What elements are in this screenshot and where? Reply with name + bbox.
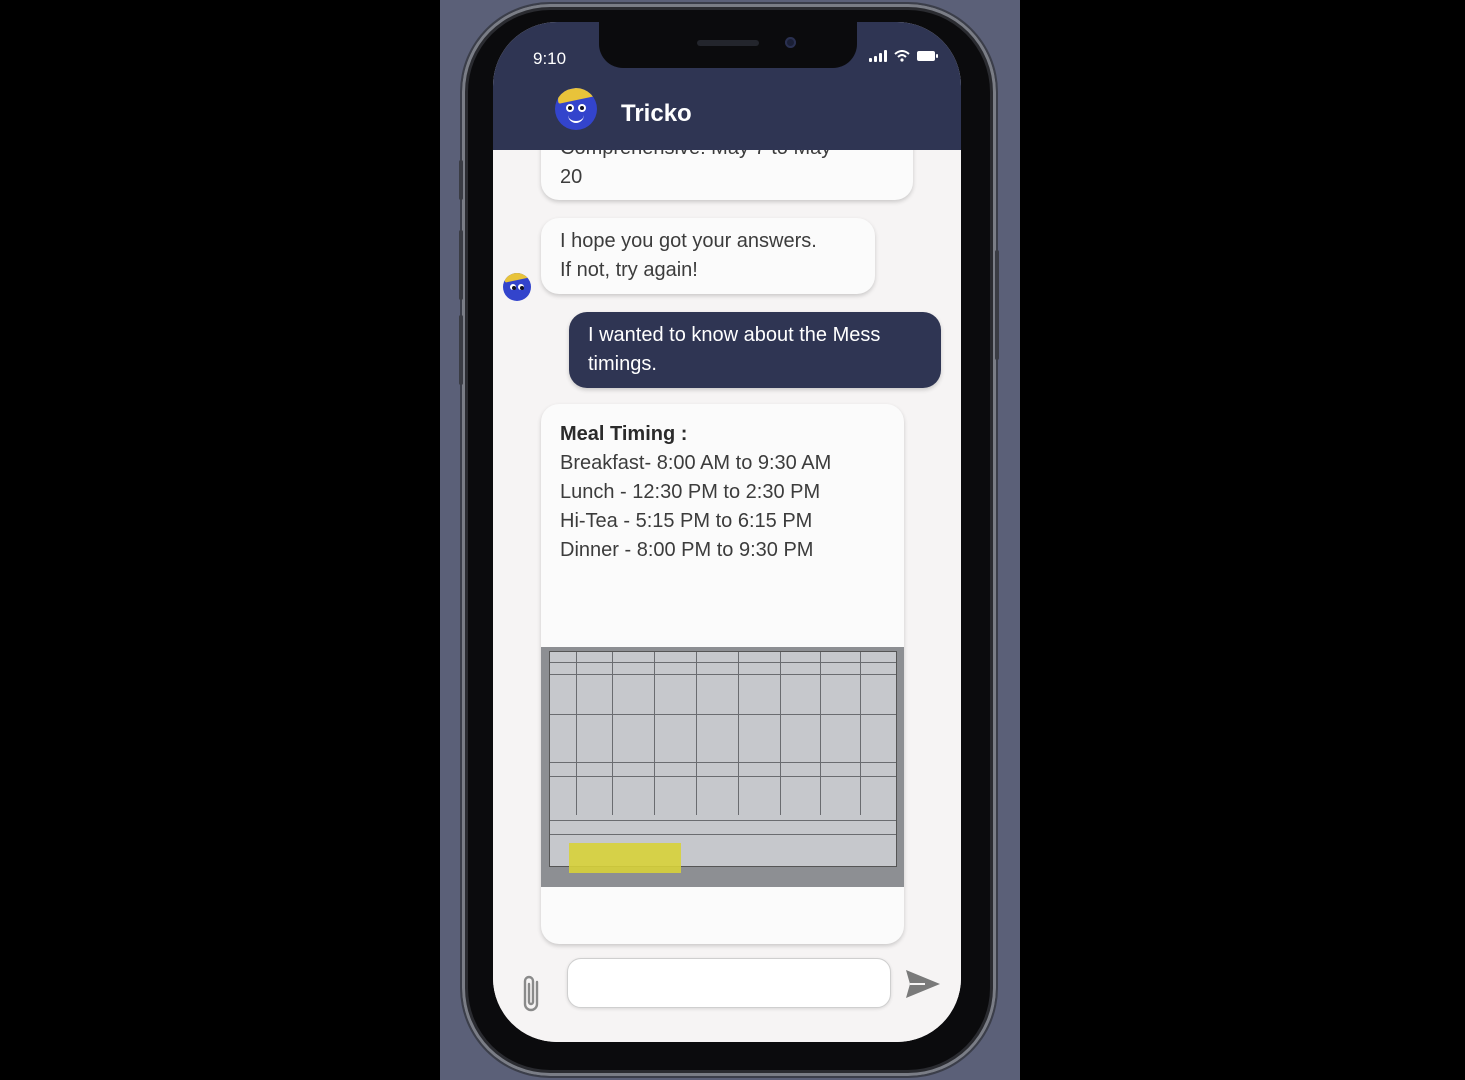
message-line: If not, try again!	[560, 259, 698, 281]
notch	[599, 22, 857, 68]
bot-name: Tricko	[621, 100, 692, 127]
front-camera	[785, 37, 796, 48]
send-icon[interactable]	[903, 964, 943, 1004]
power-button	[995, 250, 999, 360]
message-line: I hope you got your answers.	[560, 230, 817, 252]
status-icons	[869, 50, 938, 62]
battery-icon	[917, 51, 938, 61]
message-line: timings.	[588, 353, 657, 375]
mute-switch	[459, 160, 463, 200]
volume-up-button	[459, 230, 463, 300]
speaker	[697, 40, 759, 46]
lunch-timing: Lunch - 12:30 PM to 2:30 PM	[560, 481, 821, 503]
message-input[interactable]	[567, 958, 891, 1008]
bot-avatar-icon[interactable]	[555, 88, 597, 130]
mess-menu-photo[interactable]	[541, 647, 904, 887]
chat-header: 9:10 Tricko	[493, 22, 961, 150]
paperclip-icon[interactable]	[517, 972, 547, 1016]
signal-icon	[869, 50, 887, 62]
status-time: 9:10	[533, 49, 567, 68]
dinner-timing: Dinner - 8:00 PM to 9:30 PM	[560, 539, 814, 561]
meal-timing-title: Meal Timing :	[560, 423, 688, 445]
breakfast-timing: Breakfast- 8:00 AM to 9:30 AM	[560, 452, 832, 474]
bot-message-card: Meal Timing : Breakfast- 8:00 AM to 9:30…	[541, 404, 904, 944]
menu-sheet	[549, 651, 897, 867]
composer-bar	[493, 952, 961, 1042]
message-line: 20	[560, 166, 583, 188]
volume-down-button	[459, 315, 463, 385]
phone-screen: 9:10 Tricko Comprehensive: May 7 to May …	[493, 22, 961, 1042]
message-line: I wanted to know about the Mess	[588, 324, 881, 346]
user-message: I wanted to know about the Mess timings.	[569, 312, 941, 388]
hitea-timing: Hi-Tea - 5:15 PM to 6:15 PM	[560, 510, 813, 532]
bot-message: Comprehensive: May 7 to May 20	[541, 150, 913, 200]
chat-thread[interactable]: Comprehensive: May 7 to May 20 I hope yo…	[493, 150, 961, 952]
highlighted-region	[569, 843, 681, 873]
bot-message: I hope you got your answers. If not, try…	[541, 218, 875, 294]
wifi-icon	[894, 50, 910, 62]
bot-avatar-icon	[503, 273, 531, 301]
message-line: Comprehensive: May 7 to May	[560, 150, 893, 163]
meal-timing-text: Meal Timing : Breakfast- 8:00 AM to 9:30…	[560, 420, 831, 565]
